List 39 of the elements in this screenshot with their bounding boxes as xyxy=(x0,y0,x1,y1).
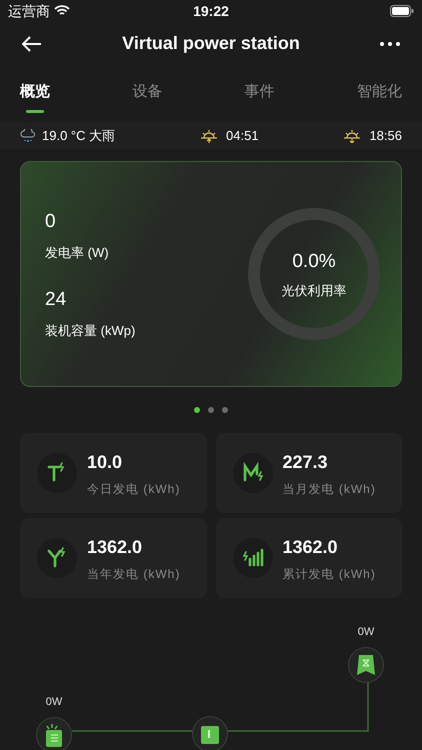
more-button[interactable] xyxy=(380,42,400,46)
gauge-label: 光伏利用率 xyxy=(282,282,346,300)
stat-label: 今日发电 (kWh) xyxy=(87,480,180,498)
metric-label: 装机容量 (kWp) xyxy=(45,322,136,340)
stat-value: 227.3 xyxy=(282,450,329,474)
tab[interactable]: 智能化 xyxy=(356,65,402,121)
sunset-icon xyxy=(343,128,362,142)
stat-label: 当月发电 (kWh) xyxy=(282,480,376,498)
more-icon xyxy=(380,42,400,46)
carrier-name: 运营商 xyxy=(8,2,50,20)
flow-node[interactable] xyxy=(348,646,384,682)
stat-label: 当年发电 (kWh) xyxy=(87,566,180,582)
wifi-icon xyxy=(54,5,70,17)
tab[interactable]: 概览 xyxy=(20,65,50,121)
clock-time: 19:22 xyxy=(193,2,229,20)
inverter-icon xyxy=(199,724,221,744)
back-arrow-icon xyxy=(22,36,42,52)
metric-value: 0 xyxy=(45,210,57,234)
back-button[interactable] xyxy=(22,36,42,52)
stat-value: 1362.0 xyxy=(87,536,144,558)
weather-text: 19.0 °C 大雨 xyxy=(42,126,116,145)
flow-node[interactable] xyxy=(36,716,72,750)
tab[interactable]: 设备 xyxy=(132,65,162,121)
stat-label: 累计发电 (kWh) xyxy=(282,566,376,582)
battery-icon xyxy=(390,5,414,17)
sunset-time: 18:56 xyxy=(369,126,402,145)
gauge-value: 0.0% xyxy=(292,250,336,274)
metric-value: 24 xyxy=(45,288,68,312)
rain-cloud-icon xyxy=(20,128,36,142)
sunrise-time: 04:51 xyxy=(226,126,259,145)
tab[interactable]: 事件 xyxy=(244,65,275,121)
page-title: Virtual power station xyxy=(121,32,301,55)
metric-label: 发电率 (W) xyxy=(45,244,110,262)
stat-value: 1362.0 xyxy=(282,536,339,558)
sunrise-icon xyxy=(200,128,218,142)
flow-node[interactable] xyxy=(192,716,228,750)
node-reading: 0W xyxy=(46,695,62,710)
node-reading: 0W xyxy=(358,625,374,640)
stat-value: 10.0 xyxy=(87,450,124,474)
